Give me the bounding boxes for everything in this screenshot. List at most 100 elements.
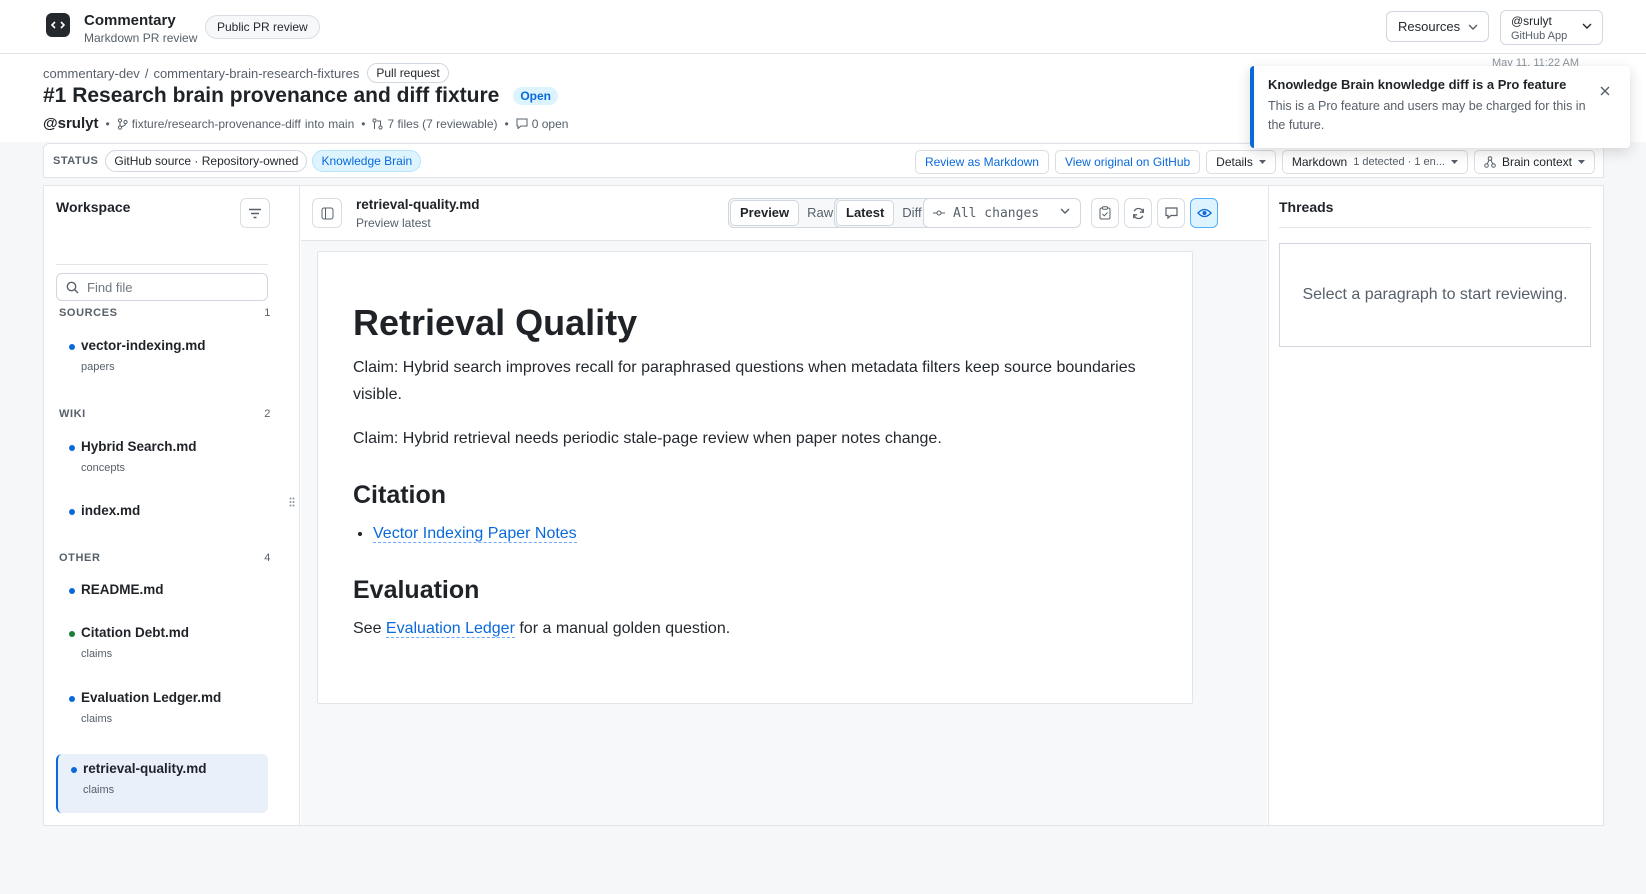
breadcrumb-separator: / <box>144 65 149 81</box>
preview-tab[interactable]: Preview <box>731 201 799 225</box>
base-branch: main <box>328 116 355 131</box>
app-logo-icon[interactable] <box>46 13 70 37</box>
refresh-button[interactable] <box>1124 198 1152 228</box>
file-name: Hybrid Search.md <box>81 439 197 454</box>
caret-down-icon <box>1450 160 1458 164</box>
group-header-other: OTHER 4 <box>59 552 270 564</box>
status-dot <box>69 696 75 702</box>
list-item: Vector Indexing Paper Notes <box>373 520 1157 547</box>
group-name: WIKI <box>59 408 86 420</box>
visibility-toggle-button[interactable] <box>1190 198 1218 228</box>
chevron-down-icon <box>1060 208 1070 214</box>
toggle-sidebar-button[interactable] <box>312 198 342 228</box>
comments-toggle-button[interactable] <box>1157 198 1185 228</box>
toast-title: Knowledge Brain knowledge diff is a Pro … <box>1268 77 1567 92</box>
eye-icon <box>1196 208 1212 218</box>
file-item-retrieval-quality[interactable]: retrieval-quality.md claims <box>56 754 268 813</box>
details-button[interactable]: Details <box>1206 150 1276 174</box>
filter-icon <box>249 208 261 218</box>
chevron-down-icon <box>1582 23 1592 29</box>
doc-paragraph[interactable]: Claim: Hybrid search improves recall for… <box>353 354 1157 408</box>
file-item-evaluation-ledger[interactable]: Evaluation Ledger.md claims <box>56 683 268 734</box>
version-toggle: Latest Diff <box>834 198 934 228</box>
brain-context-label: Brain context <box>1501 155 1572 169</box>
comment-icon <box>1164 207 1178 219</box>
eval-text-post: for a manual golden question. <box>519 620 731 637</box>
filter-button[interactable] <box>240 198 270 228</box>
viewer-toolbar: retrieval-quality.md Preview latest Prev… <box>301 186 1267 241</box>
top-bar: Commentary Markdown PR review Public PR … <box>0 0 1646 54</box>
file-folder: papers <box>81 361 115 373</box>
breadcrumb: commentary-dev / commentary-brain-resear… <box>43 63 449 83</box>
viewer-file-name: retrieval-quality.md <box>356 197 480 212</box>
divider <box>1279 227 1591 228</box>
changes-label: All changes <box>953 205 1040 221</box>
file-name: README.md <box>81 582 164 597</box>
file-item-index[interactable]: index.md <box>56 496 268 526</box>
chevron-down-icon <box>1468 24 1478 30</box>
commit-icon <box>933 210 945 216</box>
details-label: Details <box>1216 155 1253 169</box>
caret-down-icon <box>1578 160 1585 164</box>
pr-title-row: #1 Research brain provenance and diff fi… <box>43 84 558 108</box>
toast-body: This is a Pro feature and users may be c… <box>1268 99 1586 132</box>
pr-title: #1 Research brain provenance and diff fi… <box>43 84 500 107</box>
workspace-title: Workspace <box>56 199 131 215</box>
files-info: 7 files (7 reviewable) <box>372 116 498 131</box>
file-folder: claims <box>81 648 113 660</box>
doc-paragraph[interactable]: See Evaluation Ledger for a manual golde… <box>353 615 1157 642</box>
resources-button[interactable]: Resources <box>1386 11 1489 42</box>
latest-tab[interactable]: Latest <box>837 201 894 225</box>
markdown-button[interactable]: Markdown 1 detected · 1 en... <box>1281 150 1468 174</box>
status-dot <box>71 767 77 773</box>
file-folder: claims <box>83 784 115 796</box>
view-original-button[interactable]: View original on GitHub <box>1054 150 1201 174</box>
file-name: vector-indexing.md <box>81 338 206 353</box>
review-workspace: Workspace SOURCES 1 vector-indexing.md p… <box>43 185 1604 826</box>
comments-info: 0 open <box>516 117 568 131</box>
sidebar-panel-icon <box>321 207 333 219</box>
review-as-markdown-button[interactable]: Review as Markdown <box>914 150 1049 174</box>
divider <box>56 264 268 265</box>
markdown-label: Markdown <box>1291 155 1348 169</box>
status-bar: STATUS GitHub source · Repository-owned … <box>43 143 1604 178</box>
breadcrumb-org[interactable]: commentary-dev <box>43 66 140 81</box>
breadcrumb-repo[interactable]: commentary-brain-research-fixtures <box>153 66 359 81</box>
close-icon[interactable] <box>1598 84 1612 98</box>
status-dot <box>69 344 75 350</box>
status-chip-brain[interactable]: Knowledge Brain <box>312 149 422 172</box>
citation-link[interactable]: Vector Indexing Paper Notes <box>373 525 577 543</box>
group-count: 1 <box>264 307 271 319</box>
eval-text-pre: See <box>353 620 382 637</box>
doc-subheading-evaluation: Evaluation <box>353 576 480 604</box>
find-file-field[interactable] <box>56 273 268 301</box>
changes-select[interactable]: All changes <box>923 198 1081 228</box>
find-file-input[interactable] <box>87 279 247 295</box>
pr-author[interactable]: @srulyt <box>43 115 98 132</box>
file-item-vector-indexing[interactable]: vector-indexing.md papers <box>56 331 268 382</box>
group-name: OTHER <box>59 552 101 564</box>
evaluation-ledger-link[interactable]: Evaluation Ledger <box>385 620 515 638</box>
group-count: 4 <box>264 552 271 564</box>
brain-context-button[interactable]: Brain context <box>1473 150 1595 174</box>
doc-paragraph[interactable]: Claim: Hybrid retrieval needs periodic s… <box>353 425 1157 452</box>
file-name: index.md <box>81 503 141 518</box>
status-dot <box>69 509 75 515</box>
file-folder: claims <box>81 713 113 725</box>
file-name: retrieval-quality.md <box>83 761 207 776</box>
files-count: 7 files (7 reviewable) <box>387 116 498 131</box>
markdown-preview: Retrieval Quality Claim: Hybrid search i… <box>317 251 1193 704</box>
mode-pill: Public PR review <box>205 15 320 39</box>
copy-button[interactable] <box>1091 198 1119 228</box>
citation-list: Vector Indexing Paper Notes <box>353 520 1157 547</box>
threads-panel: Threads Select a paragraph to start revi… <box>1268 186 1603 825</box>
comment-icon <box>516 118 528 129</box>
diff-files-icon <box>372 117 384 130</box>
group-header-sources: SOURCES 1 <box>59 307 270 319</box>
doc-subheading-citation: Citation <box>353 481 447 509</box>
file-item-readme[interactable]: README.md <box>56 575 268 605</box>
file-item-hybrid-search[interactable]: Hybrid Search.md concepts <box>56 432 268 483</box>
user-menu-button[interactable]: @srulyt GitHub App <box>1500 10 1603 45</box>
resize-handle-icon[interactable] <box>289 497 295 507</box>
file-item-citation-debt[interactable]: Citation Debt.md claims <box>56 618 268 669</box>
